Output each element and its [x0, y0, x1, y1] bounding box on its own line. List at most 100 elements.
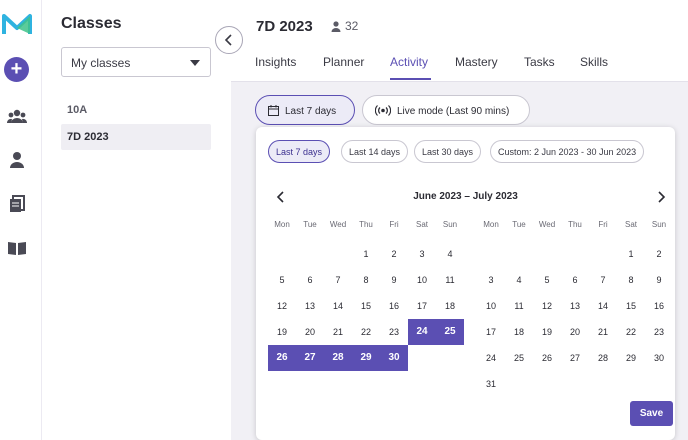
preset-custom-range[interactable]: Custom: 2 Jun 2023 - 30 Jun 2023: [490, 140, 645, 163]
weekday-label: Tue: [303, 220, 317, 229]
calendar-day[interactable]: 12: [533, 293, 561, 319]
calendar-day[interactable]: 25: [505, 345, 533, 371]
calendar-day[interactable]: 30: [380, 345, 408, 371]
calendar-day[interactable]: 24: [477, 345, 505, 371]
add-icon[interactable]: +: [4, 57, 29, 82]
calendar-day[interactable]: 2: [380, 241, 408, 267]
calendar-day[interactable]: 15: [352, 293, 380, 319]
calendar-day[interactable]: 22: [617, 319, 645, 345]
calendar-day[interactable]: 13: [561, 293, 589, 319]
calendar-week: 26 27 28 29 30: [268, 345, 464, 371]
calendar-day[interactable]: 5: [268, 267, 296, 293]
calendar-day[interactable]: 26: [533, 345, 561, 371]
calendar-day[interactable]: 17: [408, 293, 436, 319]
calendar-day[interactable]: 12: [268, 293, 296, 319]
weekday-label: Fri: [598, 220, 608, 229]
calendar-day[interactable]: 7: [324, 267, 352, 293]
weekday-label: Thu: [568, 220, 582, 229]
collapse-sidebar-button[interactable]: [215, 26, 243, 54]
calendar-day[interactable]: 4: [436, 241, 464, 267]
calendar-day[interactable]: 24: [408, 319, 436, 345]
next-month-button[interactable]: [654, 190, 668, 204]
calendar-day[interactable]: 16: [380, 293, 408, 319]
calendar-day[interactable]: 19: [533, 319, 561, 345]
calendar-day[interactable]: 11: [436, 267, 464, 293]
class-item-7d-2023[interactable]: 7D 2023: [61, 124, 211, 150]
calendar-icon: [268, 105, 279, 116]
calendar-day[interactable]: 22: [352, 319, 380, 345]
calendar-day[interactable]: 9: [645, 267, 673, 293]
preset-last-14-days[interactable]: Last 14 days: [341, 140, 409, 163]
calendar-day[interactable]: 14: [324, 293, 352, 319]
weekday-label: Wed: [538, 220, 556, 229]
calendar-day[interactable]: 10: [408, 267, 436, 293]
tab-activity[interactable]: Activity: [390, 55, 428, 69]
preset-last-30-days[interactable]: Last 30 days: [414, 140, 482, 163]
calendar-day[interactable]: 20: [561, 319, 589, 345]
calendar-day[interactable]: 10: [477, 293, 505, 319]
calendar-week: 24 25 26 27 28 29 30: [477, 345, 673, 371]
preset-last-7-days[interactable]: Last 7 days: [268, 140, 331, 163]
calendar-day[interactable]: 14: [589, 293, 617, 319]
users-icon[interactable]: [7, 108, 27, 126]
calendar-day[interactable]: 18: [505, 319, 533, 345]
calendar-day[interactable]: 27: [296, 345, 324, 371]
weekday-label: Mon: [483, 220, 499, 229]
calendar-day[interactable]: 19: [268, 319, 296, 345]
calendar-day[interactable]: 13: [296, 293, 324, 319]
calendar-day[interactable]: 7: [589, 267, 617, 293]
calendar-week: 10 11 12 13 14 15 16: [477, 293, 673, 319]
calendar-day[interactable]: 1: [352, 241, 380, 267]
calendar-day[interactable]: 15: [617, 293, 645, 319]
calendar-day[interactable]: 30: [645, 345, 673, 371]
book-icon[interactable]: [7, 239, 27, 257]
weekday-label: Thu: [359, 220, 373, 229]
calendar-day[interactable]: 21: [589, 319, 617, 345]
calendar-day[interactable]: 25: [436, 319, 464, 345]
calendar-day[interactable]: 17: [477, 319, 505, 345]
calendar-day[interactable]: 4: [505, 267, 533, 293]
calendar-day[interactable]: 28: [589, 345, 617, 371]
calendar-day[interactable]: 26: [268, 345, 296, 371]
tab-insights[interactable]: Insights: [255, 55, 296, 69]
calendar-day[interactable]: 3: [477, 267, 505, 293]
broadcast-icon: [374, 105, 392, 116]
calendar-day[interactable]: 23: [380, 319, 408, 345]
calendar-day[interactable]: 6: [561, 267, 589, 293]
calendar-day[interactable]: 8: [352, 267, 380, 293]
calendar-day[interactable]: 11: [505, 293, 533, 319]
calendar-day[interactable]: 1: [617, 241, 645, 267]
calendar-day[interactable]: 3: [408, 241, 436, 267]
tab-tasks[interactable]: Tasks: [524, 55, 555, 69]
calendar-day[interactable]: 2: [645, 241, 673, 267]
calendar-day[interactable]: 9: [380, 267, 408, 293]
calendar-day[interactable]: 29: [617, 345, 645, 371]
logo-icon[interactable]: [2, 12, 32, 36]
class-item-10a[interactable]: 10A: [61, 97, 211, 123]
calendar-day[interactable]: 31: [477, 371, 505, 397]
calendar-day[interactable]: 29: [352, 345, 380, 371]
tab-skills[interactable]: Skills: [580, 55, 608, 69]
user-icon[interactable]: [7, 151, 27, 169]
calendar-day[interactable]: 27: [561, 345, 589, 371]
calendar-day[interactable]: 5: [533, 267, 561, 293]
save-button[interactable]: Save: [630, 401, 673, 426]
calendar-week: 19 20 21 22 23 24 25: [268, 319, 464, 345]
tab-mastery[interactable]: Mastery: [455, 55, 498, 69]
calendar-empty-cell: [477, 241, 505, 267]
calendar-day[interactable]: 6: [296, 267, 324, 293]
active-tab-indicator: [390, 78, 431, 80]
date-range-button[interactable]: Last 7 days: [255, 95, 355, 125]
pages-icon[interactable]: [7, 195, 27, 213]
calendar-day[interactable]: 23: [645, 319, 673, 345]
tab-planner[interactable]: Planner: [323, 55, 364, 69]
calendar-day[interactable]: 21: [324, 319, 352, 345]
live-mode-button[interactable]: Live mode (Last 90 mins): [362, 95, 530, 125]
class-filter-select[interactable]: My classes: [61, 47, 211, 77]
calendar-day[interactable]: 28: [324, 345, 352, 371]
calendar-day[interactable]: 8: [617, 267, 645, 293]
weekday-label: Tue: [512, 220, 526, 229]
calendar-day[interactable]: 16: [645, 293, 673, 319]
calendar-day[interactable]: 20: [296, 319, 324, 345]
calendar-day[interactable]: 18: [436, 293, 464, 319]
